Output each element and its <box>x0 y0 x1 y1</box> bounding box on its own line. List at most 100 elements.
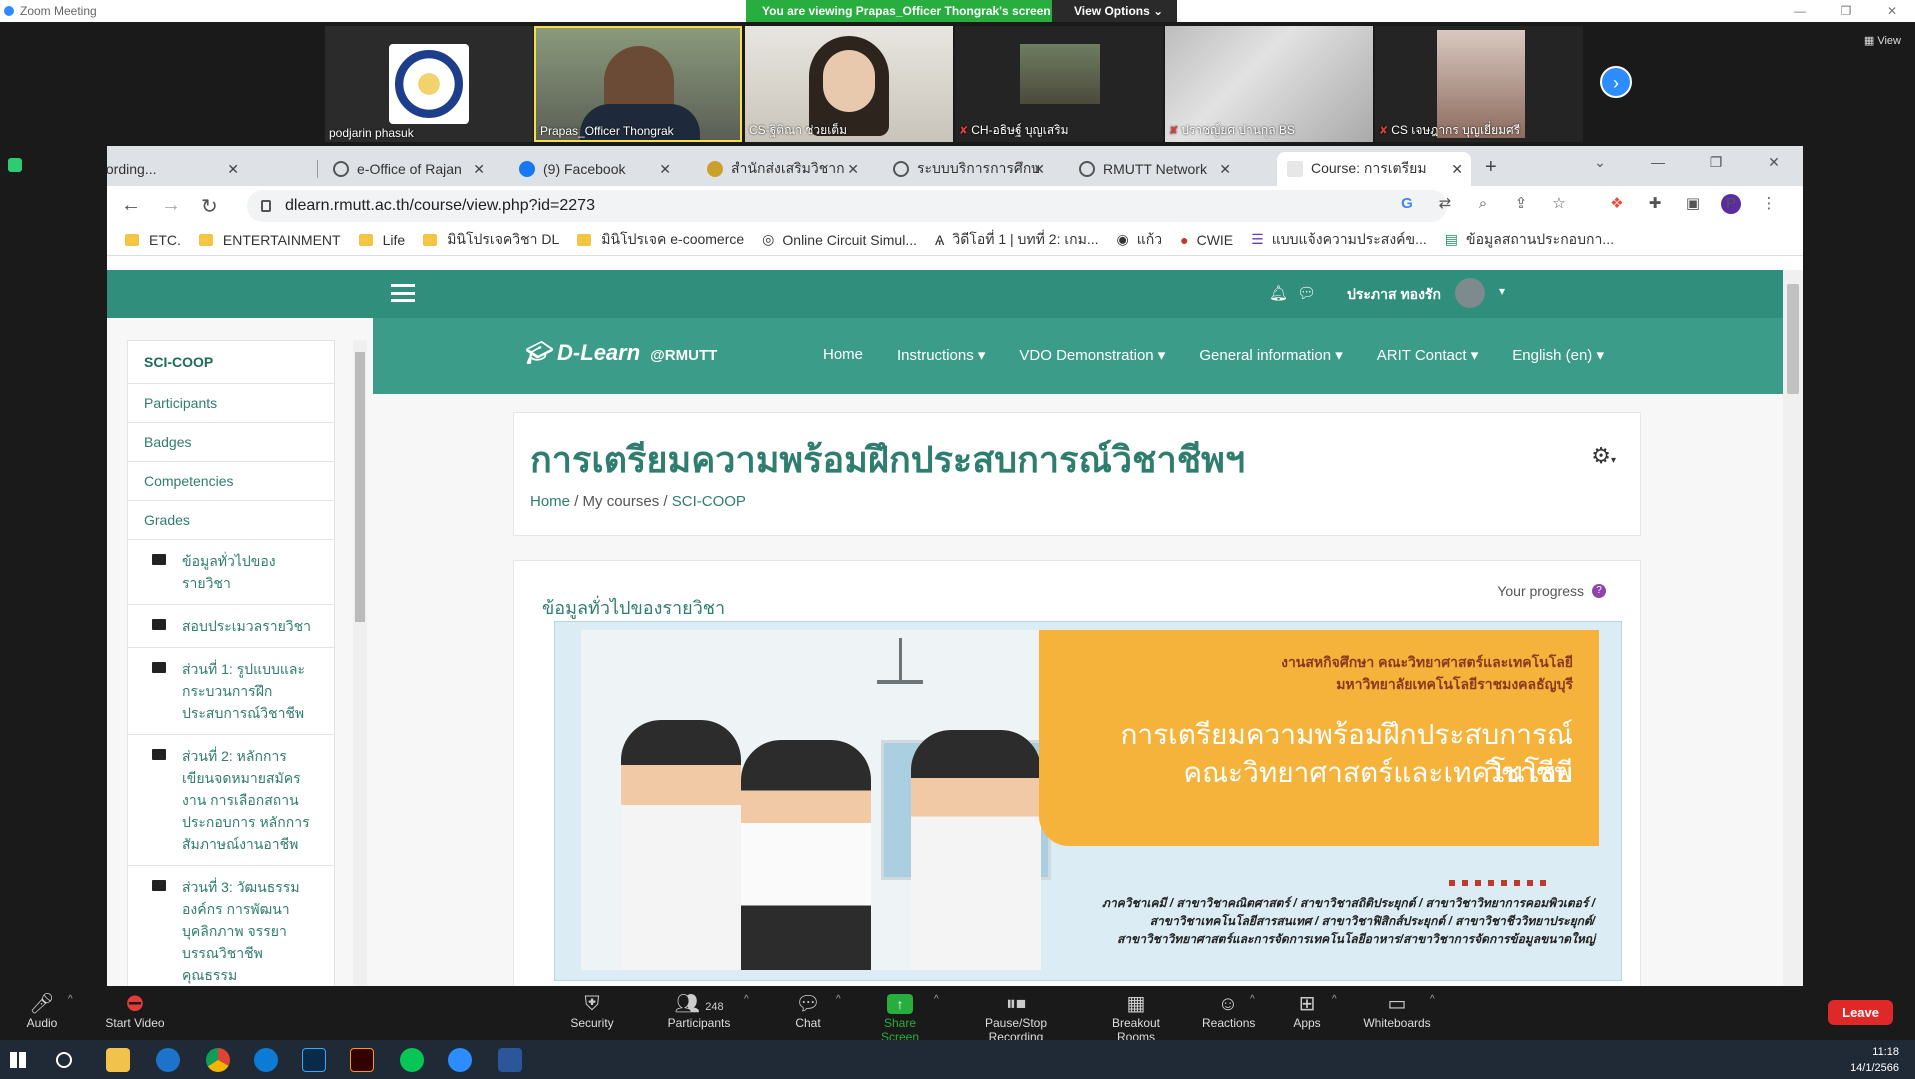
bookmark-item[interactable]: ETC. <box>125 232 181 248</box>
illustrator-icon[interactable] <box>350 1048 374 1072</box>
bookmark-item[interactable]: มินิโปรเจควิชา DL <box>423 229 559 251</box>
whiteboards-button[interactable]: ▭ Whiteboards <box>1362 992 1432 1030</box>
new-tab-icon[interactable]: + <box>1485 156 1497 179</box>
pause-recording-button[interactable]: ⏸⏹ Pause/Stop Recording <box>956 992 1076 1044</box>
bookmark-star-icon[interactable]: ☆ <box>1549 194 1569 214</box>
bookmark-item[interactable]: ◎ Online Circuit Simul... <box>762 231 917 248</box>
nav-vdo-demonstration[interactable]: VDO Demonstration ▾ <box>1019 346 1165 364</box>
system-clock[interactable]: 11:18 14/1/2566 <box>1850 1044 1899 1076</box>
share-screen-button[interactable]: ↑ Share Screen <box>864 992 936 1044</box>
participant-tile[interactable]: CS-ฐิติณา ช่วยเต็ม <box>745 26 953 142</box>
restore-icon[interactable]: ❐ <box>1823 0 1869 22</box>
apps-button[interactable]: ⊞ Apps <box>1292 992 1322 1030</box>
extensions-puzzle-icon[interactable]: ✚ <box>1645 194 1665 214</box>
chevron-up-icon[interactable]: ^ <box>1250 994 1255 1005</box>
close-tab-icon[interactable]: ✕ <box>1219 161 1231 178</box>
sidebar-course-link[interactable]: SCI-COOP <box>127 340 335 383</box>
help-icon[interactable]: ? <box>1592 584 1606 598</box>
breadcrumb-course[interactable]: SCI-COOP <box>672 493 746 510</box>
bookmark-item[interactable]: Ѧ วิดีโอที่ 1 | บทที่ 2: เกม... <box>935 229 1099 251</box>
close-icon[interactable]: ✕ <box>1869 0 1915 22</box>
zoom-icon[interactable]: ⌕ <box>1473 194 1493 214</box>
notification-bell-icon[interactable]: 🔔︎ <box>1269 284 1288 302</box>
participant-tile[interactable]: podjarin phasuk <box>325 26 533 142</box>
close-icon[interactable]: ✕ <box>1745 146 1803 178</box>
bookmark-item[interactable]: ● CWIE <box>1180 232 1233 248</box>
sidebar-item-grades[interactable]: Grades <box>127 500 335 539</box>
nav-arit-contact[interactable]: ARIT Contact ▾ <box>1377 346 1478 364</box>
participant-tile[interactable]: ✘ CS เจษฎากร บุญเยี่ยมศรี <box>1375 26 1583 142</box>
bookmark-item[interactable]: ◉ แก้ว <box>1117 229 1163 251</box>
participant-tile-active[interactable]: Prapas_Officer Thongrak <box>534 26 742 142</box>
gear-icon[interactable]: ⚙▾ <box>1591 443 1616 469</box>
chevron-down-icon[interactable]: ▾ <box>1499 284 1505 298</box>
sidebar-section[interactable]: ส่วนที่ 3: วัฒนธรรมองค์กร การพัฒนาบุคลิก… <box>127 865 335 986</box>
page-scrollbar[interactable] <box>1783 270 1803 986</box>
browser-tab[interactable]: Recording... ✕ <box>107 152 247 186</box>
line-icon[interactable] <box>400 1048 424 1072</box>
close-tab-icon[interactable]: ✕ <box>1451 161 1463 178</box>
participant-tile[interactable]: ✘ ปราชญ์ยศ ปานกุล BS <box>1165 26 1373 142</box>
view-button[interactable]: ▦ View <box>1864 34 1901 47</box>
browser-tab-active[interactable]: Course: การเตรียม ✕ <box>1277 152 1471 186</box>
translate-icon[interactable]: ⇄ <box>1435 194 1455 214</box>
reactions-button[interactable]: ☺ Reactions <box>1202 992 1255 1030</box>
minimize-icon[interactable]: — <box>1629 146 1687 178</box>
restore-icon[interactable]: ❐ <box>1687 146 1745 178</box>
side-panel-icon[interactable]: ▣ <box>1683 194 1703 214</box>
close-tab-icon[interactable]: ✕ <box>659 161 671 178</box>
breadcrumb-my-courses[interactable]: My courses <box>583 493 660 510</box>
chevron-up-icon[interactable]: ^ <box>1430 994 1435 1005</box>
chat-button[interactable]: 💬︎ Chat <box>790 992 826 1030</box>
site-logo[interactable]: 🎓︎ D-Learn @RMUTT <box>523 340 717 366</box>
close-tab-icon[interactable]: ✕ <box>1033 161 1045 178</box>
nav-general-information[interactable]: General information ▾ <box>1199 346 1342 364</box>
search-icon[interactable] <box>56 1052 72 1068</box>
photoshop-icon[interactable] <box>302 1048 326 1072</box>
internet-explorer-icon[interactable] <box>156 1048 180 1072</box>
leave-button[interactable]: Leave <box>1828 1000 1893 1025</box>
extension-badge-icon[interactable]: ❖ <box>1607 194 1627 214</box>
breadcrumb-home[interactable]: Home <box>530 493 570 510</box>
scrollbar-thumb[interactable] <box>1787 284 1799 394</box>
start-video-button[interactable]: ⛔︎ Start Video <box>100 992 170 1030</box>
sidebar-item-competencies[interactable]: Competencies <box>127 461 335 500</box>
chevron-up-icon[interactable]: ^ <box>744 994 749 1005</box>
close-tab-icon[interactable]: ✕ <box>227 161 239 178</box>
security-button[interactable]: ⛨ Security <box>566 992 618 1030</box>
browser-tab[interactable]: ระบบบริการการศึกษ ✕ <box>883 152 1053 186</box>
sidebar-section[interactable]: ส่วนที่ 2: หลักการเขียนจดหมายสมัครงาน กา… <box>127 734 335 865</box>
google-icon[interactable]: G <box>1397 194 1417 214</box>
url-omnibox[interactable]: dlearn.rmutt.ac.th/course/view.php?id=22… <box>247 190 1447 222</box>
user-name[interactable]: ประภาส ทองรัก <box>1347 284 1441 306</box>
user-avatar[interactable] <box>1455 278 1485 308</box>
nav-home[interactable]: Home <box>823 346 863 364</box>
edge-icon[interactable] <box>254 1048 278 1072</box>
nav-language[interactable]: English (en) ▾ <box>1512 346 1604 364</box>
browser-tab[interactable]: RMUTT Network ✕ <box>1069 152 1239 186</box>
sidebar-section[interactable]: ข้อมูลทั่วไปของรายวิชา <box>127 539 335 604</box>
browser-tab[interactable]: สำนักส่งเสริมวิชาก ✕ <box>697 152 867 186</box>
scrollbar-thumb[interactable] <box>355 352 365 622</box>
back-icon[interactable]: ← <box>121 194 141 217</box>
bookmark-item[interactable]: ENTERTAINMENT <box>198 232 341 248</box>
reload-icon[interactable]: ↻ <box>201 194 218 219</box>
forward-icon[interactable]: → <box>161 194 181 217</box>
bookmark-item[interactable]: Life <box>358 232 405 248</box>
sidebar-scrollbar[interactable] <box>353 340 367 986</box>
browser-tab[interactable]: e-Office of Rajan ✕ <box>323 152 493 186</box>
zoom-app-icon[interactable] <box>448 1048 472 1072</box>
chevron-up-icon[interactable]: ^ <box>68 994 73 1005</box>
bookmark-item[interactable]: มินิโปรเจค e-coomerce <box>577 229 744 251</box>
audio-button[interactable]: 🎤︎ Audio <box>22 992 62 1030</box>
participant-tile[interactable]: ✘ CH-อธิษฐ์ บุญเสริม <box>955 26 1163 142</box>
bookmark-item[interactable]: ☰ แบบแจ้งความประสงค์ข... <box>1251 229 1427 251</box>
nav-instructions[interactable]: Instructions ▾ <box>897 346 985 364</box>
profile-avatar[interactable]: P <box>1721 194 1741 214</box>
hamburger-menu-icon[interactable] <box>391 284 415 302</box>
file-explorer-icon[interactable] <box>106 1048 130 1072</box>
browser-tab[interactable]: (9) Facebook ✕ <box>509 152 679 186</box>
messages-icon[interactable]: 💬︎ <box>1297 284 1316 302</box>
close-tab-icon[interactable]: ✕ <box>847 161 859 178</box>
chrome-icon[interactable] <box>206 1048 230 1072</box>
